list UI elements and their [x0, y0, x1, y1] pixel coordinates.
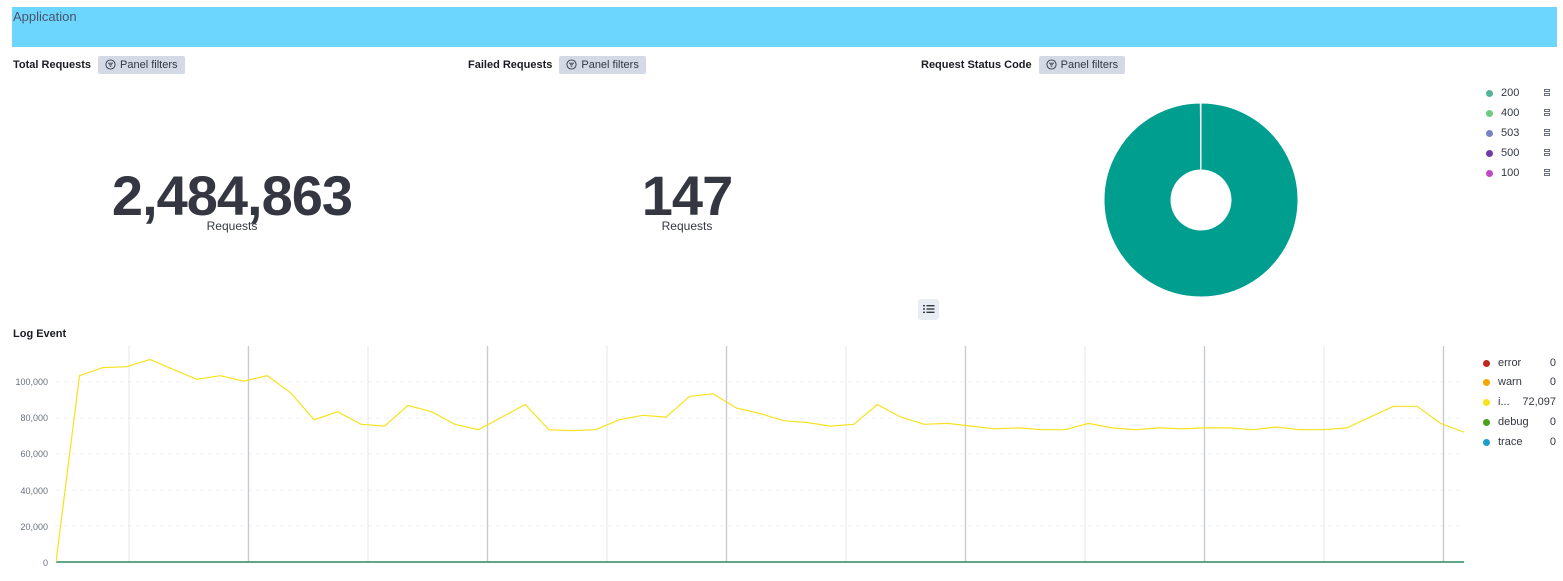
- legend-item-debug[interactable]: debug 0: [1483, 415, 1556, 429]
- legend-dot: [1486, 149, 1493, 157]
- y-tick-label: 80,000: [20, 413, 48, 423]
- legend-item-error[interactable]: error 0: [1483, 356, 1556, 370]
- legend-item-warn[interactable]: warn 0: [1483, 375, 1556, 389]
- legend-label: 400: [1501, 107, 1520, 119]
- legend-actions-icon[interactable]: [1544, 89, 1550, 98]
- total-requests-unit: Requests: [206, 219, 258, 233]
- y-tick-label: 0: [42, 558, 48, 568]
- failed-requests-value: 147: [641, 164, 733, 227]
- legend-dot: [1483, 398, 1490, 406]
- legend-dot: [1483, 418, 1490, 426]
- status-code-header: Request Status Code Panel filters: [921, 55, 1126, 74]
- legend-label: 200: [1501, 87, 1520, 99]
- filter-icon: [105, 59, 116, 70]
- filter-icon: [566, 59, 577, 70]
- status-code-donut-chart: [1103, 102, 1299, 298]
- filter-icon: [1046, 59, 1057, 70]
- app-title: Application: [13, 9, 77, 24]
- panel-filters-button[interactable]: Panel filters: [559, 55, 646, 74]
- panel-filters-button[interactable]: Panel filters: [1038, 55, 1126, 74]
- legend-actions-icon[interactable]: [1544, 169, 1550, 178]
- failed-requests-title: Failed Requests: [468, 58, 553, 71]
- y-tick-label: 40,000: [20, 486, 48, 496]
- legend-label: warn: [1498, 376, 1522, 388]
- y-tick-label: 100,000: [15, 377, 48, 387]
- legend-label: error: [1498, 357, 1522, 369]
- failed-requests-unit: Requests: [661, 219, 713, 233]
- legend-label: 503: [1501, 127, 1520, 139]
- legend-item-400[interactable]: 400: [1486, 106, 1519, 120]
- legend-item-503[interactable]: 503: [1486, 126, 1519, 140]
- legend-value: 0: [1549, 376, 1556, 388]
- series-line-info: [56, 358, 1465, 563]
- legend-value: 0: [1549, 436, 1556, 448]
- legend-actions-icon[interactable]: [1544, 149, 1550, 158]
- legend-value: 72,097: [1522, 396, 1556, 408]
- total-requests-title: Total Requests: [13, 58, 92, 71]
- legend-item-200[interactable]: 200: [1486, 86, 1519, 100]
- legend-label: i...: [1498, 396, 1510, 408]
- failed-requests-header: Failed Requests Panel filters: [468, 55, 646, 74]
- log-event-line-chart: [56, 346, 1465, 563]
- legend-dot: [1483, 359, 1490, 367]
- legend-dot: [1483, 438, 1490, 446]
- y-tick-label: 20,000: [20, 522, 48, 532]
- log-event-title: Log Event: [13, 328, 67, 340]
- panel-filters-button[interactable]: Panel filters: [98, 55, 185, 74]
- legend-value: 0: [1549, 357, 1556, 369]
- legend-actions-icon[interactable]: [1544, 109, 1550, 118]
- legend-dot: [1483, 378, 1490, 386]
- legend-item-info[interactable]: i... 72,097: [1483, 395, 1556, 409]
- legend-dot: [1486, 109, 1493, 117]
- status-code-title: Request Status Code: [921, 58, 1032, 71]
- legend-label: 100: [1501, 167, 1520, 179]
- legend-toggle-button[interactable]: [918, 299, 939, 320]
- legend-label: debug: [1498, 416, 1529, 428]
- panel-filters-label: Panel filters: [581, 58, 639, 71]
- total-requests-header: Total Requests Panel filters: [13, 55, 185, 74]
- list-icon: [922, 301, 935, 319]
- panel-filters-label: Panel filters: [120, 58, 178, 71]
- total-requests-value: 2,484,863: [111, 164, 353, 227]
- legend-item-500[interactable]: 500: [1486, 146, 1519, 160]
- legend-dot: [1486, 169, 1493, 177]
- legend-dot: [1486, 89, 1493, 97]
- legend-item-100[interactable]: 100: [1486, 166, 1519, 180]
- legend-label: trace: [1498, 436, 1523, 448]
- app-header: Application: [12, 7, 1557, 47]
- legend-actions-icon[interactable]: [1544, 129, 1550, 138]
- legend-item-trace[interactable]: trace 0: [1483, 435, 1556, 449]
- legend-label: 500: [1501, 147, 1520, 159]
- legend-dot: [1486, 129, 1493, 137]
- y-tick-label: 60,000: [20, 449, 48, 459]
- panel-filters-label: Panel filters: [1060, 58, 1119, 71]
- legend-value: 0: [1549, 416, 1556, 428]
